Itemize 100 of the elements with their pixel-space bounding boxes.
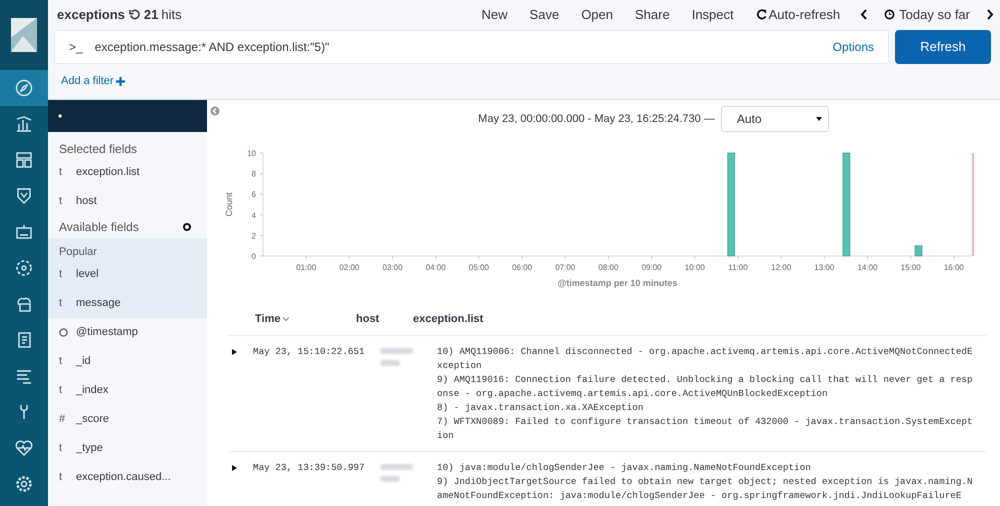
query-text: exception.message:* AND exception.list:"5)" — [94, 38, 330, 56]
dotted-circle-icon — [15, 259, 33, 277]
menu-link[interactable]: Share — [635, 5, 670, 25]
column-header[interactable]: exception.list — [413, 310, 484, 327]
field-item[interactable]: t host — [48, 187, 207, 216]
column-header[interactable]: host — [356, 310, 413, 327]
plus-icon — [116, 76, 125, 86]
field-item[interactable]: t message — [48, 289, 207, 318]
clock-icon — [59, 328, 68, 337]
field-item[interactable]: t _index — [48, 376, 207, 405]
field-type-label: t — [59, 383, 64, 398]
field-item[interactable]: t _type — [48, 434, 207, 463]
options-link[interactable]: Options — [832, 38, 874, 56]
redacted-host — [380, 348, 413, 366]
x-tick-label: 06:00 — [512, 263, 532, 272]
field-item[interactable]: t level — [48, 260, 207, 289]
x-tick-label: 16:00 — [944, 263, 964, 272]
field-type-label: t — [59, 194, 64, 210]
menu-link[interactable]: Save — [530, 5, 560, 25]
hits-count: 21 — [144, 6, 158, 24]
section-title: Available fields — [59, 219, 139, 236]
x-tick-label: 01:00 — [296, 263, 316, 272]
field-item[interactable]: # _score — [48, 405, 207, 434]
y-axis-label: Count — [224, 192, 234, 217]
heartbeat-icon — [15, 439, 33, 457]
field-item[interactable]: t exception.caused... — [48, 463, 207, 492]
x-tick-label: 13:00 — [814, 263, 834, 272]
exception-line: 7) WFTXN0089: Failed to configure transaction timeout of 432000 - javax.transaction.SystemException — [437, 415, 974, 443]
kibana-logo[interactable] — [0, 0, 48, 70]
sort-caret-icon — [283, 316, 290, 321]
field-type-label: t — [59, 441, 64, 456]
exception-line: 8) - javax.transaction.xa.XAException — [437, 401, 644, 415]
clock-icon — [884, 9, 896, 20]
caret-icon — [816, 117, 822, 121]
dashboard-icon — [15, 151, 33, 169]
field-name: _score — [76, 412, 110, 428]
cloud-server-icon — [15, 295, 33, 313]
index-pattern-selector[interactable]: • — [48, 100, 207, 132]
field-type-label: t — [59, 470, 64, 486]
auto-refresh-button[interactable]: Auto-refresh — [756, 5, 840, 25]
field-item[interactable]: t _id — [48, 347, 207, 376]
x-tick-label: 04:00 — [426, 263, 446, 272]
x-tick-label: 07:00 — [555, 263, 576, 272]
field-type-label: t — [59, 165, 64, 180]
exception-line: 10) AMQ119006: Channel disconnected - org.apache.activemq.artemis.api.core.ActiveMQNotConnectedException — [437, 345, 974, 373]
field-name: @timestamp — [76, 325, 138, 340]
nav-item[interactable] — [0, 70, 48, 106]
y-tick-label: 0 — [252, 252, 256, 261]
section-title: Selected fields — [58, 141, 138, 158]
y-tick-label: 10 — [247, 149, 256, 158]
redacted-host — [380, 464, 413, 482]
collapse-icon[interactable] — [210, 106, 220, 116]
chevron-right-icon[interactable] — [986, 9, 994, 20]
x-tick-label: 09:00 — [642, 263, 662, 272]
column-header[interactable]: Time — [229, 310, 356, 327]
field-item[interactable]: t exception.list — [48, 158, 207, 187]
x-tick-label: 08:00 — [598, 263, 618, 272]
y-tick-label: 8 — [252, 170, 256, 179]
chevron-left-icon[interactable] — [860, 9, 868, 20]
field-name: _type — [76, 441, 103, 456]
shield-icon — [15, 187, 33, 205]
refresh-icon — [756, 9, 767, 20]
exception-line: 9) AMQ119016: Connection failure detected. Unblocking a blocking call that will never get a response - org.apache.activemq.artemis.api.core.ActiveMQUnBlockedException — [437, 373, 974, 401]
y-tick-label: 2 — [252, 231, 256, 240]
histogram-bar[interactable] — [914, 245, 922, 256]
field-name: _index — [76, 383, 108, 398]
easel-icon — [15, 223, 33, 241]
hits-label: hits — [161, 6, 182, 24]
field-item[interactable]: @timestamp — [48, 318, 207, 347]
field-type-label: t — [59, 354, 64, 370]
menu-link[interactable]: Inspect — [692, 5, 734, 25]
field-name: _id — [76, 354, 91, 370]
add-filter-link[interactable]: Add a filter — [61, 73, 125, 90]
expand-icon[interactable] — [232, 349, 237, 355]
field-name: host — [76, 194, 97, 210]
compass-icon — [15, 79, 33, 97]
x-axis-label: @timestamp per 10 minutes — [558, 278, 678, 288]
prompt-label: >_ — [69, 38, 83, 56]
settings-icon[interactable] — [183, 223, 191, 231]
field-name: exception.list — [76, 165, 140, 180]
x-tick-label: 12:00 — [771, 263, 792, 272]
time-range-text: May 23, 00:00:00.000 - May 23, 16:25:24.730 — — [478, 112, 715, 127]
x-tick-label: 11:00 — [728, 263, 748, 272]
field-name: message — [76, 296, 121, 312]
y-tick-label: 6 — [252, 190, 256, 200]
search-title: exceptions — [57, 6, 125, 24]
refresh-button[interactable]: Refresh — [895, 30, 991, 64]
expand-icon[interactable] — [232, 465, 237, 471]
y-tick-label: 4 — [252, 210, 256, 220]
query-input-field[interactable]: >_ exception.message:* AND exception.list:"5)" Options — [54, 30, 889, 64]
time-picker-button[interactable]: Today so far — [884, 5, 970, 25]
field-name: level — [76, 267, 99, 282]
interval-select[interactable]: Auto — [720, 106, 829, 132]
x-tick-label: 10:00 — [684, 263, 705, 272]
menu-link[interactable]: New — [482, 5, 508, 25]
menu-link[interactable]: Open — [581, 5, 613, 25]
refresh-icon — [128, 9, 140, 20]
x-tick-label: 05:00 — [468, 263, 489, 272]
x-tick-label: 02:00 — [339, 263, 360, 272]
section-title: Popular — [58, 244, 98, 260]
